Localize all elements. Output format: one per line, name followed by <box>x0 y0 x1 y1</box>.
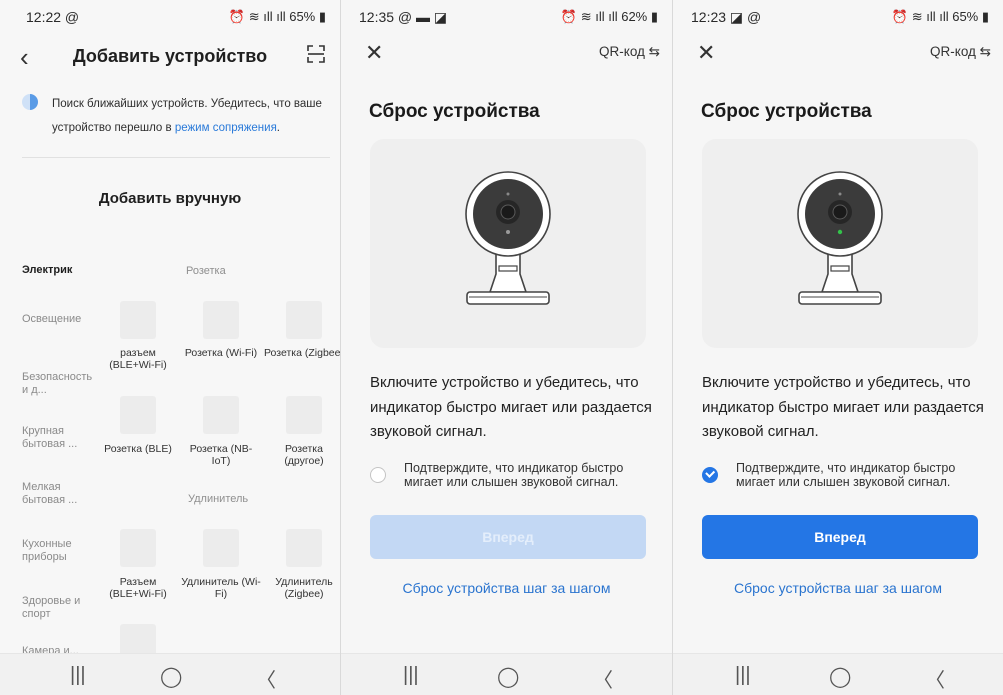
device-illustration-card <box>702 139 978 348</box>
device-tile-icon[interactable] <box>203 396 239 434</box>
device-tile-icon[interactable] <box>286 529 322 567</box>
search-progress-icon <box>22 94 38 110</box>
device-tile-label[interactable]: Розетка (Wi-Fi) <box>181 347 261 359</box>
status-time: 12:23 ◪ @ <box>691 9 762 25</box>
status-indicators: ⏰ ≋ ıll ıll 62% ▮ <box>560 9 658 24</box>
add-manually-title: Добавить вручную <box>98 190 242 207</box>
device-tile-label[interactable]: Розетка (Zigbee) <box>264 347 340 359</box>
android-nav-bar: ||| ◯ 〈 <box>673 653 1003 695</box>
category-item-security[interactable]: Безопасность и д... <box>22 371 92 397</box>
category-item-lighting[interactable]: Освещение <box>22 313 88 326</box>
instruction-text: Включите устройство и убедитесь, что инд… <box>370 374 652 440</box>
confirm-checkbox[interactable] <box>370 467 386 483</box>
device-illustration-card <box>370 139 646 348</box>
back-icon[interactable]: 〈 <box>925 664 945 693</box>
device-tile-label[interactable]: Удлинитель (Wi-Fi) <box>181 576 261 600</box>
status-bar: 12:35 @ ▬ ◪ ⏰ ≋ ıll ıll 62% ▮ <box>341 0 672 34</box>
page-title: Сброс устройства <box>701 101 872 122</box>
home-icon[interactable]: ◯ <box>829 664 851 689</box>
device-tile-icon[interactable] <box>120 396 156 434</box>
category-item-large-appliances[interactable]: Крупная бытовая ... <box>22 425 88 451</box>
led-indicator <box>837 229 843 235</box>
recent-apps-icon[interactable]: ||| <box>70 664 86 687</box>
recent-apps-icon[interactable]: ||| <box>735 664 751 687</box>
page-title: Сброс устройства <box>369 101 540 122</box>
status-bar: 12:23 ◪ @ ⏰ ≋ ıll ıll 65% ▮ <box>673 0 1003 34</box>
device-tile-icon[interactable] <box>120 529 156 567</box>
device-tile-label[interactable]: Удлинитель (Zigbee) <box>264 576 340 600</box>
reset-step-by-step-link[interactable]: Сброс устройства шаг за шагом <box>341 580 672 596</box>
page-title: Добавить устройство <box>72 46 268 66</box>
back-icon[interactable]: 〈 <box>256 664 276 693</box>
camera-illustration <box>465 171 551 305</box>
qr-code-link[interactable]: QR-код ⇆ <box>930 44 991 60</box>
status-indicators: ⏰ ≋ ıll ıll 65% ▮ <box>228 9 326 24</box>
camera-illustration <box>797 171 883 305</box>
home-icon[interactable]: ◯ <box>497 664 519 689</box>
device-tile-label[interactable]: Розетка (NB-IoT) <box>181 443 261 467</box>
close-icon[interactable]: ✕ <box>697 40 715 66</box>
device-tile-icon[interactable] <box>120 301 156 339</box>
section-title-extender: Удлинитель <box>188 493 249 505</box>
status-time: 12:22 @ <box>26 9 80 25</box>
confirm-label[interactable]: Подтверждите, что индикатор быстро мигае… <box>404 461 664 489</box>
instruction-text: Включите устройство и убедитесь, что инд… <box>702 374 984 440</box>
category-item-kitchen[interactable]: Кухонные приборы <box>22 538 88 564</box>
device-tile-label[interactable]: Разъем (BLE+Wi-Fi) <box>98 576 178 600</box>
divider <box>22 157 330 158</box>
close-icon[interactable]: ✕ <box>365 40 383 66</box>
confirm-checkbox[interactable] <box>702 467 718 483</box>
confirm-label[interactable]: Подтверждите, что индикатор быстро мигае… <box>736 461 996 489</box>
next-button[interactable]: Вперед <box>370 515 646 559</box>
screen-reset-device-unconfirmed: 12:35 @ ▬ ◪ ⏰ ≋ ıll ıll 62% ▮ ✕ QR-код ⇆… <box>341 0 672 695</box>
device-tile-icon[interactable] <box>286 301 322 339</box>
pairing-mode-link[interactable]: режим сопряжения <box>175 122 277 134</box>
device-tile-label[interactable]: Розетка (BLE) <box>98 443 178 455</box>
section-title-socket: Розетка <box>186 265 226 277</box>
android-nav-bar: ||| ◯ 〈 <box>341 653 672 695</box>
qr-code-link[interactable]: QR-код ⇆ <box>599 44 660 60</box>
status-bar: 12:22 @ ⏰ ≋ ıll ıll 65% ▮ <box>0 0 340 34</box>
screen-reset-device-confirmed: 12:23 ◪ @ ⏰ ≋ ıll ıll 65% ▮ ✕ QR-код ⇆ С… <box>673 0 1003 695</box>
status-indicators: ⏰ ≋ ıll ıll 65% ▮ <box>891 9 989 24</box>
scan-icon[interactable] <box>306 44 326 64</box>
device-tile-icon[interactable] <box>203 529 239 567</box>
screen-add-device: 12:22 @ ⏰ ≋ ıll ıll 65% ▮ ‹ Добавить уст… <box>0 0 340 695</box>
search-info-end: . <box>276 122 280 134</box>
device-tile-icon[interactable] <box>286 396 322 434</box>
category-item-health[interactable]: Здоровье и спорт <box>22 595 88 621</box>
device-tile-label[interactable]: разъем (BLE+Wi-Fi) <box>98 347 178 371</box>
category-item-small-appliances[interactable]: Мелкая бытовая ... <box>22 481 88 507</box>
device-tile-icon[interactable] <box>203 301 239 339</box>
device-tile-label[interactable]: Розетка (другое) <box>264 443 340 467</box>
next-button[interactable]: Вперед <box>702 515 978 559</box>
status-time: 12:35 @ ▬ ◪ <box>359 9 448 25</box>
reset-step-by-step-link[interactable]: Сброс устройства шаг за шагом <box>673 580 1003 596</box>
back-icon[interactable]: 〈 <box>593 664 613 693</box>
recent-apps-icon[interactable]: ||| <box>403 664 419 687</box>
home-icon[interactable]: ◯ <box>160 664 182 689</box>
search-info: Поиск ближайших устройств. Убедитесь, чт… <box>52 92 332 140</box>
android-nav-bar: ||| ◯ 〈 <box>0 653 340 695</box>
category-item-electric[interactable]: Электрик <box>22 264 88 277</box>
